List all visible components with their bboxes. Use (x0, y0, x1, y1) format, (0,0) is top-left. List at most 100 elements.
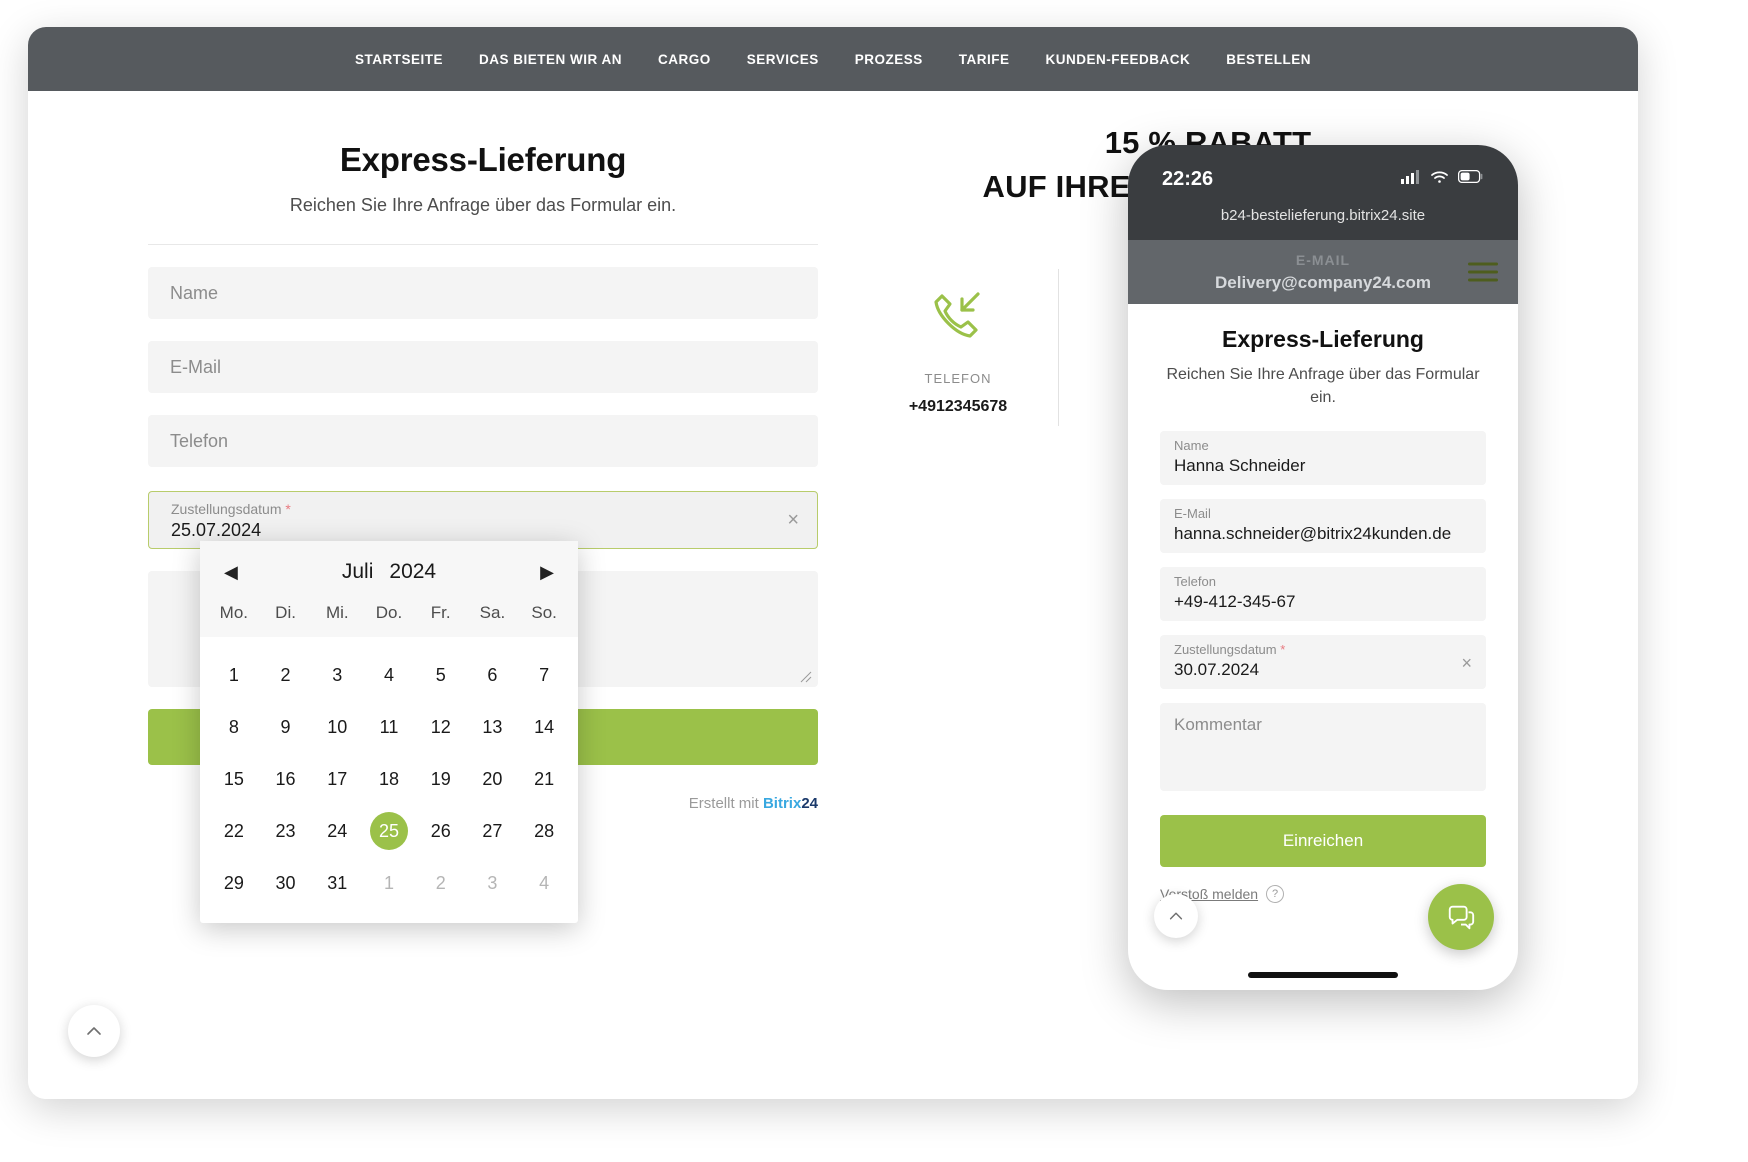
calendar-day-number: 27 (482, 820, 503, 841)
delivery-date-label: Zustellungsdatum * (171, 500, 795, 518)
calendar-day-number: 17 (327, 768, 348, 789)
calendar-day-cell[interactable]: 12 (415, 703, 467, 751)
calendar-day-cell[interactable]: 2 (260, 651, 312, 699)
wifi-icon (1430, 170, 1449, 189)
date-picker-popup[interactable]: ◀ Juli 2024 ▶ Mo. Di. Mi. Do. Fr. Sa. So… (200, 541, 578, 923)
prev-month-icon[interactable]: ◀ (224, 562, 238, 583)
calendar-weekday-row: Mo. Di. Mi. Do. Fr. Sa. So. (200, 603, 578, 637)
calendar-day-cell[interactable]: 2 (415, 859, 467, 907)
calendar-day-number: 24 (327, 820, 348, 841)
calendar-day-cell[interactable]: 18 (363, 755, 415, 803)
calendar-day-cell[interactable]: 3 (467, 859, 519, 907)
phone-form-body: Express-Lieferung Reichen Sie Ihre Anfra… (1128, 304, 1518, 903)
calendar-day-number: 28 (534, 820, 555, 841)
calendar-day-number: 1 (228, 664, 239, 685)
calendar-day-cell[interactable]: 28 (518, 807, 570, 855)
calendar-day-cell[interactable]: 1 (363, 859, 415, 907)
nav-item-bestellen[interactable]: BESTELLEN (1226, 52, 1311, 67)
calendar-day-cell[interactable]: 23 (260, 807, 312, 855)
calendar-day-cell[interactable]: 27 (467, 807, 519, 855)
calendar-day-number: 4 (539, 872, 550, 893)
calendar-day-cell[interactable]: 6 (467, 651, 519, 699)
calendar-day-cell[interactable]: 13 (467, 703, 519, 751)
calendar-day-cell[interactable]: 31 (311, 859, 363, 907)
name-field[interactable]: Name (148, 267, 818, 319)
calendar-year[interactable]: 2024 (389, 560, 436, 584)
phone-email-value[interactable]: Delivery@company24.com (1215, 273, 1431, 293)
calendar-day-cell[interactable]: 17 (311, 755, 363, 803)
calendar-day-cell[interactable]: 24 (311, 807, 363, 855)
calendar-day-cell[interactable]: 29 (208, 859, 260, 907)
calendar-day-number: 15 (223, 768, 244, 789)
calendar-day-cell[interactable]: 14 (518, 703, 570, 751)
made-with-prefix: Erstellt mit (688, 795, 759, 812)
phone-clock: 22:26 (1162, 167, 1214, 190)
home-indicator (1248, 972, 1398, 978)
calendar-header: ◀ Juli 2024 ▶ (200, 541, 578, 603)
email-field[interactable]: E-Mail (148, 341, 818, 393)
calendar-day-cell[interactable]: 1 (208, 651, 260, 699)
weekday-mi: Mi. (325, 603, 349, 622)
calendar-day-number: 4 (383, 664, 394, 685)
phone-scroll-to-top-button[interactable] (1154, 894, 1198, 938)
phone-site-header: E-MAIL Delivery@company24.com (1128, 240, 1518, 304)
phone-clear-date-icon[interactable]: × (1461, 653, 1472, 674)
phone-address-bar[interactable]: b24-bestelieferung.bitrix24.site (1128, 207, 1518, 240)
phone-comment-textarea[interactable]: Kommentar (1160, 703, 1486, 791)
hamburger-menu-icon[interactable] (1468, 258, 1498, 287)
phone-telefon-value: +49-412-345-67 (1174, 592, 1296, 611)
clear-date-icon[interactable]: × (787, 510, 799, 530)
chat-widget-button[interactable] (1428, 884, 1494, 950)
help-icon[interactable]: ? (1266, 885, 1285, 903)
calendar-day-cell[interactable]: 21 (518, 755, 570, 803)
nav-item-prozess[interactable]: PROZESS (855, 52, 923, 67)
calendar-day-number: 3 (487, 872, 498, 893)
weekday-mo: Mo. (219, 603, 249, 622)
calendar-day-cell[interactable]: 7 (518, 651, 570, 699)
phone-name-field[interactable]: Name Hanna Schneider (1160, 431, 1486, 485)
calendar-day-cell[interactable]: 20 (467, 755, 519, 803)
screenshot-stage: STARTSEITE DAS BIETEN WIR AN CARGO SERVI… (0, 0, 1748, 1162)
phone-email-field[interactable]: E-Mail hanna.schneider@bitrix24kunden.de (1160, 499, 1486, 553)
phone-delivery-date-field[interactable]: Zustellungsdatum * 30.07.2024 × (1160, 635, 1486, 689)
weekday-sa: Sa. (479, 603, 506, 622)
resize-grip-icon[interactable] (798, 669, 812, 683)
required-asterisk: * (285, 501, 291, 517)
calendar-day-cell[interactable]: 4 (518, 859, 570, 907)
nav-item-tarife[interactable]: TARIFE (959, 52, 1010, 67)
calendar-day-number: 20 (482, 768, 503, 789)
phone-field[interactable]: Telefon (148, 415, 818, 467)
calendar-day-cell[interactable]: 9 (260, 703, 312, 751)
calendar-day-cell[interactable]: 11 (363, 703, 415, 751)
calendar-day-cell[interactable]: 4 (363, 651, 415, 699)
hamburger-line-1 (1468, 262, 1498, 266)
next-month-icon[interactable]: ▶ (540, 562, 554, 583)
calendar-day-number: 16 (275, 768, 296, 789)
contact-phone-value[interactable]: +4912345678 (858, 398, 1058, 416)
calendar-day-cell[interactable]: 19 (415, 755, 467, 803)
calendar-day-number: 31 (327, 872, 348, 893)
scroll-to-top-button[interactable] (68, 1005, 120, 1057)
calendar-day-cell[interactable]: 22 (208, 807, 260, 855)
calendar-day-cell[interactable]: 10 (311, 703, 363, 751)
weekday-fr: Fr. (430, 603, 451, 622)
calendar-day-cell[interactable]: 26 (415, 807, 467, 855)
phone-telefon-field[interactable]: Telefon +49-412-345-67 (1160, 567, 1486, 621)
phone-submit-button[interactable]: Einreichen (1160, 815, 1486, 867)
nav-item-services[interactable]: SERVICES (747, 52, 819, 67)
calendar-day-cell[interactable]: 15 (208, 755, 260, 803)
nav-item-startseite[interactable]: STARTSEITE (355, 52, 443, 67)
calendar-day-cell[interactable]: 16 (260, 755, 312, 803)
calendar-day-cell[interactable]: 30 (260, 859, 312, 907)
calendar-day-cell[interactable]: 5 (415, 651, 467, 699)
calendar-day-cell[interactable]: 3 (311, 651, 363, 699)
calendar-day-grid[interactable]: 1 2 3 4 5 6 7 8 9 10 11 12 13 14 15 16 17 18 19 20 21 22 23 24 2… (200, 637, 578, 907)
calendar-day-number: 6 (487, 664, 498, 685)
calendar-month[interactable]: Juli (342, 560, 374, 584)
calendar-day-cell[interactable]: 8 (208, 703, 260, 751)
nav-item-das-bieten-wir-an[interactable]: DAS BIETEN WIR AN (479, 52, 622, 67)
calendar-day-cell[interactable]: 25 (363, 807, 415, 855)
nav-item-kunden-feedback[interactable]: KUNDEN-FEEDBACK (1046, 52, 1191, 67)
battery-icon (1457, 169, 1484, 188)
nav-item-cargo[interactable]: CARGO (658, 52, 711, 67)
